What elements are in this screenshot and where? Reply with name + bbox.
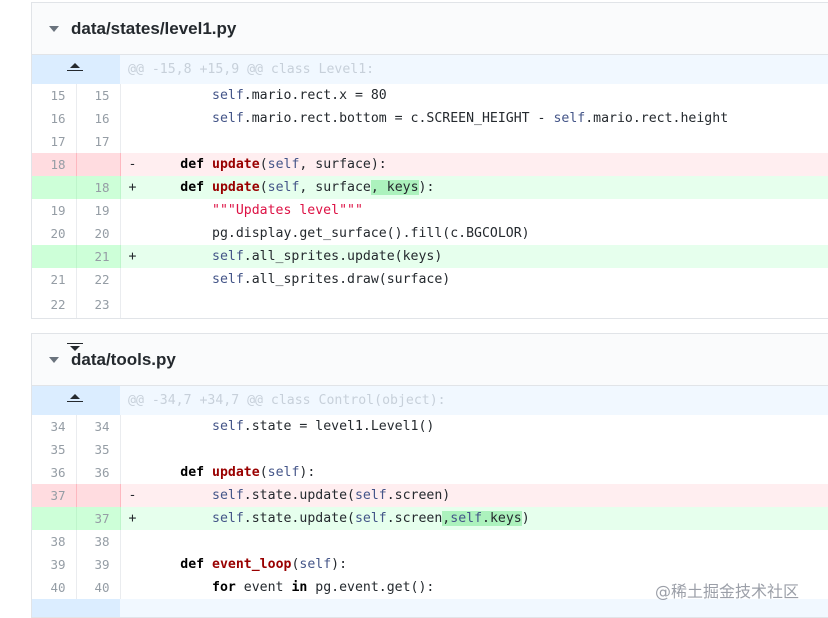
new-line-number[interactable]: 19 xyxy=(76,199,121,222)
new-line-number[interactable]: 23 xyxy=(76,291,121,318)
code-line: def update(self): xyxy=(180,465,316,480)
diff-marker: + xyxy=(128,249,137,264)
code-line: self.all_sprites.draw(surface) xyxy=(212,272,451,287)
code-line: pg.display.get_surface().fill(c.BGCOLOR) xyxy=(148,226,530,241)
code-line xyxy=(120,530,828,553)
hunk-text: @@ -15,8 +15,9 @@ class Level1: xyxy=(120,55,828,84)
code-line: self.state = level1.Level1() xyxy=(212,419,435,434)
diff-line-added: 21 + self.all_sprites.update(keys) xyxy=(32,245,828,268)
old-line-number[interactable]: 36 xyxy=(32,461,77,484)
file-path[interactable]: data/tools.py xyxy=(71,350,176,370)
diff-file-tools: data/tools.py @@ -34,7 +34,7 @@ class Co… xyxy=(31,333,828,618)
diff-line-deleted: 37 - self.state.update(self.screen) xyxy=(32,484,828,507)
diff-line: 19 19 """Updates level""" xyxy=(32,199,828,222)
old-line-number[interactable]: 37 xyxy=(32,484,77,507)
new-line-number[interactable]: 40 xyxy=(76,576,121,599)
expand-down-icon[interactable] xyxy=(66,343,84,355)
diff-line: 21 22 self.all_sprites.draw(surface) xyxy=(32,268,828,291)
old-line-number[interactable]: 19 xyxy=(32,199,77,222)
diff-line: 35 35 xyxy=(32,438,828,461)
old-line-number[interactable]: 20 xyxy=(32,222,77,245)
new-line-number[interactable]: 34 xyxy=(76,415,121,438)
expand-up-icon[interactable] xyxy=(66,394,84,406)
diff-line: 39 39 def event_loop(self): xyxy=(32,553,828,576)
code-line xyxy=(120,438,828,461)
new-line-number[interactable]: 20 xyxy=(76,222,121,245)
code-line: self.mario.rect.x = 80 xyxy=(212,88,387,103)
code-line: - self.state.update(self.screen) xyxy=(120,484,828,507)
old-line-number[interactable]: 34 xyxy=(32,415,77,438)
diff-marker: - xyxy=(128,157,137,172)
new-line-number[interactable]: 36 xyxy=(76,461,121,484)
code-line xyxy=(120,130,828,153)
code-line: + self.all_sprites.update(keys) xyxy=(120,245,828,268)
old-line-number[interactable]: 22 xyxy=(32,291,77,318)
watermark: @稀土掘金技术社区 xyxy=(655,582,800,601)
old-line-number[interactable] xyxy=(32,176,77,199)
code-line: - def update(self, surface): xyxy=(120,153,828,176)
diff-line-deleted: 18 - def update(self, surface): xyxy=(32,153,828,176)
diff-line: 15 15 self.mario.rect.x = 80 xyxy=(32,84,828,107)
diff-file-level1: data/states/level1.py @@ -15,8 +15,9 @@ … xyxy=(31,2,828,319)
diff-line: 38 38 xyxy=(32,530,828,553)
new-line-number[interactable] xyxy=(76,153,121,176)
hunk-header: @@ -15,8 +15,9 @@ class Level1: xyxy=(32,55,828,84)
code-line: self.mario.rect.bottom = c.SCREEN_HEIGHT… xyxy=(212,111,729,126)
diff-line-added: 37 + self.state.update(self.screen,self.… xyxy=(32,507,828,530)
diff-marker: + xyxy=(128,180,137,195)
new-line-number[interactable]: 38 xyxy=(76,530,121,553)
code-line: def event_loop(self): xyxy=(180,557,348,572)
hunk-text: @@ -34,7 +34,7 @@ class Control(object): xyxy=(120,386,828,415)
diff-marker: + xyxy=(128,511,137,526)
old-line-number[interactable]: 21 xyxy=(32,268,77,291)
new-line-number[interactable]: 37 xyxy=(76,507,121,530)
old-line-number[interactable]: 35 xyxy=(32,438,77,461)
expand-up-button[interactable] xyxy=(32,55,120,84)
diff-line-added: 18 + def update(self, surface, keys): xyxy=(32,176,828,199)
new-line-number[interactable]: 21 xyxy=(76,245,121,268)
chevron-down-icon[interactable] xyxy=(49,25,59,32)
old-line-number[interactable]: 38 xyxy=(32,530,77,553)
code-line: + def update(self, surface, keys): xyxy=(120,176,828,199)
diff-line: 16 16 self.mario.rect.bottom = c.SCREEN_… xyxy=(32,107,828,130)
code-line: """Updates level""" xyxy=(212,203,363,218)
new-line-number[interactable]: 35 xyxy=(76,438,121,461)
new-line-number[interactable]: 15 xyxy=(76,84,121,107)
diff-line: 34 34 self.state = level1.Level1() xyxy=(32,415,828,438)
code-line: + self.state.update(self.screen,self.key… xyxy=(120,507,828,530)
old-line-number[interactable] xyxy=(32,245,77,268)
file-path[interactable]: data/states/level1.py xyxy=(71,19,236,39)
old-line-number[interactable]: 17 xyxy=(32,130,77,153)
diff-line: 36 36 def update(self): xyxy=(32,461,828,484)
new-line-number[interactable]: 22 xyxy=(76,268,121,291)
diff-line: 22 23 xyxy=(32,291,828,318)
new-line-number[interactable] xyxy=(76,484,121,507)
file-header[interactable]: data/states/level1.py xyxy=(32,3,828,55)
old-line-number[interactable]: 39 xyxy=(32,553,77,576)
old-line-number[interactable]: 18 xyxy=(32,153,77,176)
chevron-down-icon[interactable] xyxy=(49,356,59,363)
code-line xyxy=(120,291,828,318)
expand-down-button[interactable] xyxy=(32,343,120,617)
new-line-number[interactable]: 16 xyxy=(76,107,121,130)
new-line-number[interactable]: 18 xyxy=(76,176,121,199)
expand-up-icon[interactable] xyxy=(66,63,84,75)
expand-up-button[interactable] xyxy=(32,386,120,415)
diff-marker: - xyxy=(128,488,137,503)
diff-line: 20 20 pg.display.get_surface().fill(c.BG… xyxy=(32,222,828,245)
old-line-number[interactable]: 16 xyxy=(32,107,77,130)
diff-table: @@ -15,8 +15,9 @@ class Level1: 15 15 se… xyxy=(32,55,828,318)
new-line-number[interactable]: 17 xyxy=(76,130,121,153)
new-line-number[interactable]: 39 xyxy=(76,553,121,576)
old-line-number[interactable]: 15 xyxy=(32,84,77,107)
old-line-number[interactable]: 40 xyxy=(32,576,77,599)
diff-line: 17 17 xyxy=(32,130,828,153)
file-header[interactable]: data/tools.py xyxy=(32,334,828,386)
hunk-header: @@ -34,7 +34,7 @@ class Control(object): xyxy=(32,386,828,415)
old-line-number[interactable] xyxy=(32,507,77,530)
